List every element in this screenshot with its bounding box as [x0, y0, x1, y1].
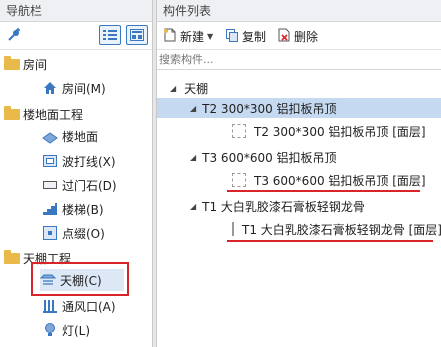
search-input[interactable]: [159, 51, 419, 68]
border-line-icon: [42, 153, 58, 169]
vent-icon: [42, 298, 58, 314]
tree-group-row[interactable]: ◢ T2 300*300 铝扣板吊顶: [157, 98, 441, 118]
nav-group-room[interactable]: 房间: [4, 54, 47, 74]
nav-toolbar: [0, 22, 152, 50]
list-view-button[interactable]: [99, 25, 121, 45]
gypsum-board-icon: [232, 222, 234, 236]
add-pin-icon[interactable]: [6, 27, 22, 43]
house-icon: [42, 80, 58, 96]
nav-item-dot-pattern[interactable]: 点缀(O): [42, 223, 105, 243]
nav-group-floor[interactable]: 楼地面工程: [4, 104, 83, 124]
nav-item-label: 过门石(D): [62, 178, 117, 193]
nav-item-room[interactable]: 房间(M): [42, 78, 106, 98]
nav-item-label: 楼梯(B): [62, 202, 104, 217]
stairs-icon: [42, 201, 58, 217]
floor-icon: [42, 128, 58, 144]
dashed-box-icon: [232, 124, 246, 138]
panel-view-icon: [130, 29, 144, 41]
lamp-icon: [42, 322, 58, 338]
nav-group-label: 房间: [23, 57, 48, 72]
nav-item-stairs[interactable]: 楼梯(B): [42, 199, 104, 219]
tree-child-row[interactable]: T3 600*600 铝扣板吊顶 [面层]: [157, 170, 441, 190]
nav-panel-title: 导航栏: [0, 0, 152, 22]
nav-item-border-line[interactable]: 波打线(X): [42, 151, 116, 171]
tree-group-row[interactable]: ◢ T3 600*600 铝扣板吊顶: [157, 147, 441, 167]
component-toolbar: 新建 ▼ 复制 删除: [157, 22, 441, 50]
tree-child-row[interactable]: T1 大白乳胶漆石膏板轻钢龙骨 [面层]: [157, 219, 441, 239]
folder-icon: [4, 249, 20, 264]
grid-view-button[interactable]: [126, 25, 148, 45]
tree-group-label: T2 300*300 铝扣板吊顶: [202, 101, 337, 116]
nav-item-label: 点缀(O): [62, 226, 105, 241]
nav-item-vent[interactable]: 通风口(A): [42, 296, 116, 316]
red-underline: [227, 240, 433, 242]
component-list-panel: 构件列表 新建 ▼ 复制 删除 ◢ 天棚 ◢ T2 300*300 铝扣板吊顶 …: [157, 0, 441, 347]
tree-child-label: T3 600*600 铝扣板吊顶 [面层]: [254, 173, 426, 188]
nav-item-label: 楼地面: [62, 129, 99, 144]
red-underline: [227, 190, 420, 192]
tree-group-row[interactable]: ◢ T1 大白乳胶漆石膏板轻钢龙骨: [157, 196, 441, 216]
chevron-down-icon: ▼: [207, 31, 214, 41]
copy-button[interactable]: 复制: [225, 26, 266, 46]
list-view-icon: [103, 30, 117, 40]
nav-group-label: 楼地面工程: [23, 107, 84, 122]
expand-arrow-icon[interactable]: ◢: [190, 202, 196, 211]
search-bar: [157, 50, 441, 70]
tree-root-label: 天棚: [184, 81, 209, 96]
new-label: 新建: [180, 29, 205, 44]
tree-group-label: T3 600*600 铝扣板吊顶: [202, 150, 337, 165]
nav-item-label: 房间(M): [62, 81, 106, 96]
tree-child-row[interactable]: T2 300*300 铝扣板吊顶 [面层]: [157, 121, 441, 141]
nav-item-threshold-stone[interactable]: 过门石(D): [42, 175, 117, 195]
new-icon: [163, 28, 177, 45]
component-list-title: 构件列表: [157, 0, 441, 22]
nav-item-label: 波打线(X): [62, 154, 116, 169]
nav-item-floor[interactable]: 楼地面: [42, 126, 98, 146]
tree-root-ceiling[interactable]: ◢ 天棚: [157, 78, 441, 98]
expand-arrow-icon[interactable]: ◢: [190, 104, 196, 113]
copy-label: 复制: [242, 29, 267, 44]
dashed-box-icon: [232, 173, 246, 187]
nav-panel: 导航栏 房间 房间(M) 楼地面工程 楼地面 波打线(X) 过门石(D) 楼梯(…: [0, 0, 153, 347]
dot-pattern-icon: [42, 225, 58, 241]
expand-arrow-icon[interactable]: ◢: [170, 84, 176, 93]
threshold-stone-icon: [42, 177, 58, 193]
expand-arrow-icon[interactable]: ◢: [190, 153, 196, 162]
tree-child-label: T1 大白乳胶漆石膏板轻钢龙骨 [面层]: [242, 222, 441, 237]
new-button[interactable]: 新建 ▼: [163, 26, 213, 46]
nav-item-label: 灯(L): [62, 323, 91, 338]
tree-group-label: T1 大白乳胶漆石膏板轻钢龙骨: [202, 199, 365, 214]
nav-item-lamp[interactable]: 灯(L): [42, 320, 90, 340]
delete-label: 删除: [294, 29, 319, 44]
tree-child-label: T2 300*300 铝扣板吊顶 [面层]: [254, 124, 426, 139]
delete-icon: [277, 28, 291, 45]
nav-item-label: 通风口(A): [62, 299, 116, 314]
folder-icon: [4, 55, 20, 70]
folder-icon: [4, 105, 20, 120]
copy-icon: [225, 28, 239, 45]
delete-button[interactable]: 删除: [277, 26, 318, 46]
highlight-box: [31, 262, 129, 296]
